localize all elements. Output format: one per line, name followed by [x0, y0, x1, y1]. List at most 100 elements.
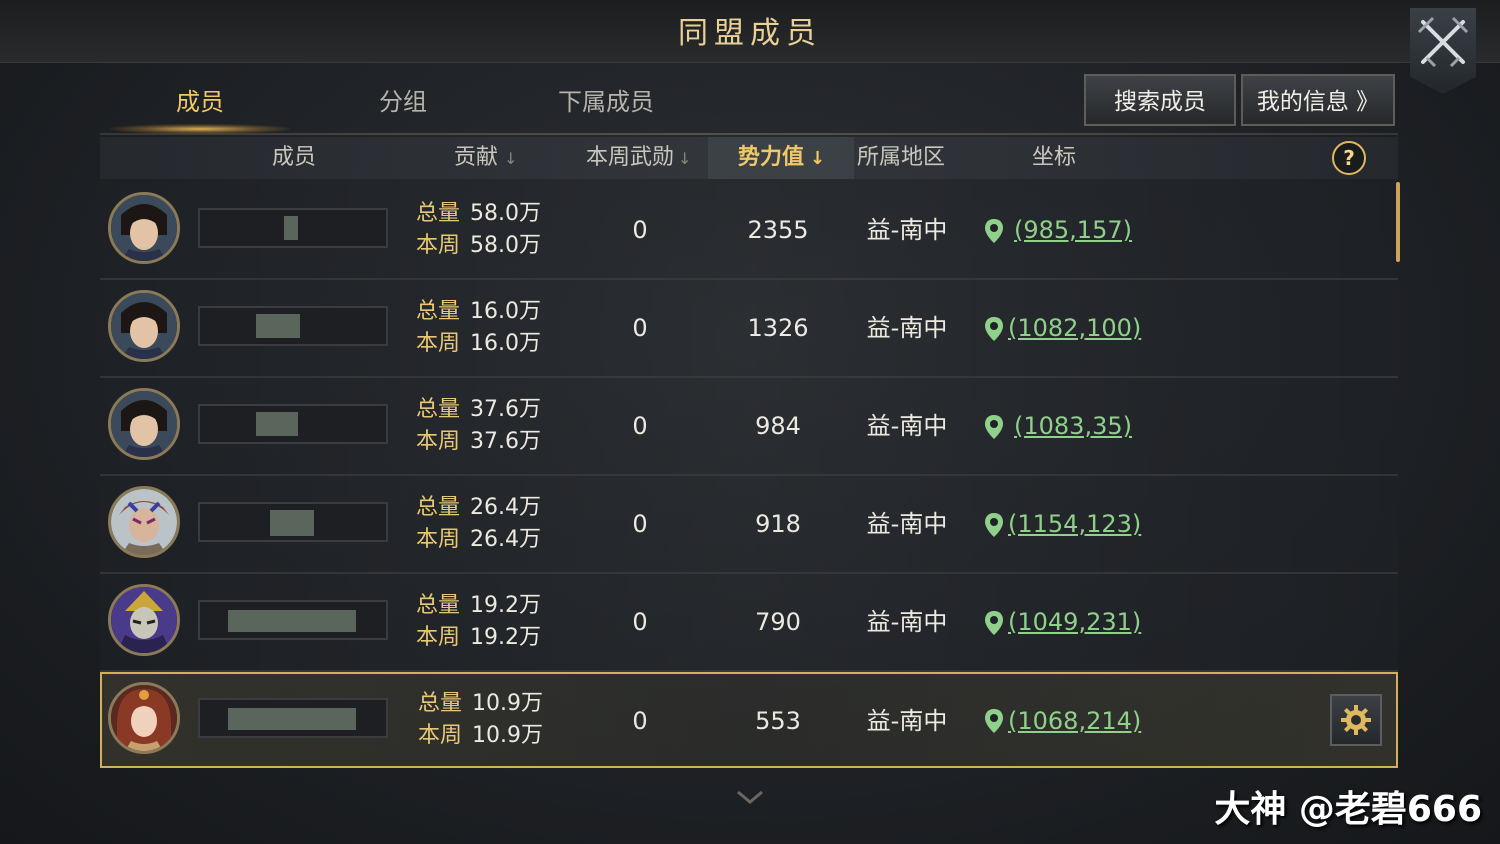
region-value: 益-南中 [866, 314, 948, 342]
settings-button[interactable] [1330, 694, 1382, 746]
table-row-self[interactable]: 总量 10.9万 本周 10.9万 0 553 益-南中 (1068,214) [100, 672, 1398, 768]
power-value: 790 [755, 608, 801, 636]
table-row[interactable]: 总量 37.6万 本周 37.6万 0 984 益-南中 (1083,35) [100, 378, 1398, 476]
power-value: 918 [755, 510, 801, 538]
region-value: 益-南中 [866, 510, 948, 538]
sort-arrow-icon: ↓ [810, 148, 826, 169]
total-label: 总量 [416, 397, 461, 422]
total-value: 58.0万 [470, 201, 542, 226]
tab-divider [100, 133, 1398, 135]
table-row[interactable]: 总量 19.2万 本周 19.2万 0 790 益-南中 (1049,231) [100, 574, 1398, 672]
avatar [108, 682, 180, 754]
total-value: 19.2万 [470, 593, 542, 618]
top-bar: 同盟成员 [0, 0, 1500, 63]
crossed-swords-icon [1417, 16, 1469, 68]
column-contribution-label: 贡献 [454, 145, 499, 170]
tab-groups[interactable]: 分组 [303, 72, 503, 132]
tribal-warrior-portrait-icon [111, 489, 177, 555]
total-label: 总量 [416, 201, 461, 226]
total-label: 总量 [416, 495, 461, 520]
week-value: 26.4万 [470, 527, 542, 552]
member-name-redacted [198, 600, 388, 640]
week-label: 本周 [418, 723, 463, 748]
coordinate-link[interactable]: (1083,35) [1014, 378, 1132, 474]
search-member-button[interactable]: 搜索成员 [1084, 74, 1236, 126]
location-pin-icon [985, 415, 1003, 439]
region-value: 益-南中 [866, 412, 948, 440]
column-weekly-merit[interactable]: 本周武勋 ↓ [586, 137, 691, 179]
region-value: 益-南中 [866, 608, 948, 636]
table-row[interactable]: 总量 26.4万 本周 26.4万 0 918 益-南中 (1154,123) [100, 476, 1398, 574]
location-pin-icon [985, 611, 1003, 635]
week-value: 58.0万 [470, 233, 542, 258]
tab-bar: 成员 分组 下属成员 [100, 72, 720, 134]
week-label: 本周 [416, 331, 461, 356]
total-label: 总量 [416, 593, 461, 618]
total-value: 26.4万 [470, 495, 542, 520]
week-value: 16.0万 [470, 331, 542, 356]
table-row[interactable]: 总量 16.0万 本周 16.0万 0 1326 益-南中 (1082,100) [100, 280, 1398, 378]
coordinate-link[interactable]: (1154,123) [1008, 476, 1141, 572]
week-value: 19.2万 [470, 625, 542, 650]
weekly-merit-value: 0 [632, 608, 648, 636]
week-label: 本周 [416, 625, 461, 650]
gear-icon [1341, 705, 1371, 735]
table-row[interactable]: 总量 58.0万 本周 58.0万 0 2355 益-南中 (985,157) [100, 182, 1398, 280]
avatar [108, 584, 180, 656]
tab-groups-label: 分组 [379, 88, 427, 116]
column-contribution[interactable]: 贡献 ↓ [454, 137, 517, 179]
member-name-redacted [198, 698, 388, 738]
week-value: 10.9万 [472, 723, 544, 748]
close-button[interactable] [1410, 8, 1476, 94]
contribution-cell: 总量 26.4万 本周 26.4万 [416, 492, 541, 556]
male-swordsman-portrait-icon [111, 195, 177, 261]
member-name-redacted [198, 404, 388, 444]
avatar [108, 388, 180, 460]
tab-members[interactable]: 成员 [100, 72, 300, 134]
my-info-button[interactable]: 我的信息 》 [1241, 74, 1395, 126]
weekly-merit-value: 0 [632, 707, 648, 735]
region-value: 益-南中 [866, 707, 948, 735]
location-pin-icon [985, 219, 1003, 243]
coordinate-link[interactable]: (1068,214) [1008, 674, 1141, 768]
page-title: 同盟成员 [678, 16, 822, 51]
column-power-label: 势力值 [738, 145, 805, 170]
masked-general-portrait-icon [111, 587, 177, 653]
total-label: 总量 [418, 691, 463, 716]
column-weekly-merit-label: 本周武勋 [586, 145, 675, 170]
total-label: 总量 [416, 299, 461, 324]
weekly-merit-value: 0 [632, 510, 648, 538]
total-value: 10.9万 [472, 691, 544, 716]
avatar [108, 486, 180, 558]
power-value: 2355 [747, 216, 809, 244]
location-pin-icon [985, 513, 1003, 537]
help-icon[interactable]: ? [1332, 141, 1366, 175]
male-swordsman-portrait-icon [111, 391, 177, 457]
column-power[interactable]: 势力值 ↓ [738, 137, 825, 179]
avatar [108, 290, 180, 362]
column-region: 所属地区 [857, 145, 946, 170]
power-value: 553 [755, 707, 801, 735]
watermark: 大神 @老碧666 [1214, 789, 1482, 830]
weekly-merit-value: 0 [632, 412, 648, 440]
avatar [108, 192, 180, 264]
member-name-redacted [198, 502, 388, 542]
week-label: 本周 [416, 429, 461, 454]
weekly-merit-value: 0 [632, 314, 648, 342]
scroll-down-chevron-icon[interactable] [736, 790, 764, 804]
tab-members-label: 成员 [176, 88, 224, 116]
tab-subordinates[interactable]: 下属成员 [506, 72, 706, 132]
region-value: 益-南中 [866, 216, 948, 244]
power-value: 1326 [747, 314, 809, 342]
coordinate-link[interactable]: (985,157) [1014, 182, 1132, 278]
contribution-cell: 总量 10.9万 本周 10.9万 [418, 688, 543, 752]
coordinate-link[interactable]: (1082,100) [1008, 280, 1141, 376]
member-name-redacted [198, 306, 388, 346]
table-header: 成员 贡献 ↓ 本周武勋 ↓ 势力值 ↓ 所属地区 坐标 ? [100, 137, 1398, 179]
power-value: 984 [755, 412, 801, 440]
member-list[interactable]: 总量 58.0万 本周 58.0万 0 2355 益-南中 (985,157) 总量… [100, 182, 1398, 794]
coordinate-link[interactable]: (1049,231) [1008, 574, 1141, 670]
column-coords: 坐标 [1032, 145, 1077, 170]
scrollbar[interactable] [1396, 182, 1400, 262]
week-label: 本周 [416, 527, 461, 552]
